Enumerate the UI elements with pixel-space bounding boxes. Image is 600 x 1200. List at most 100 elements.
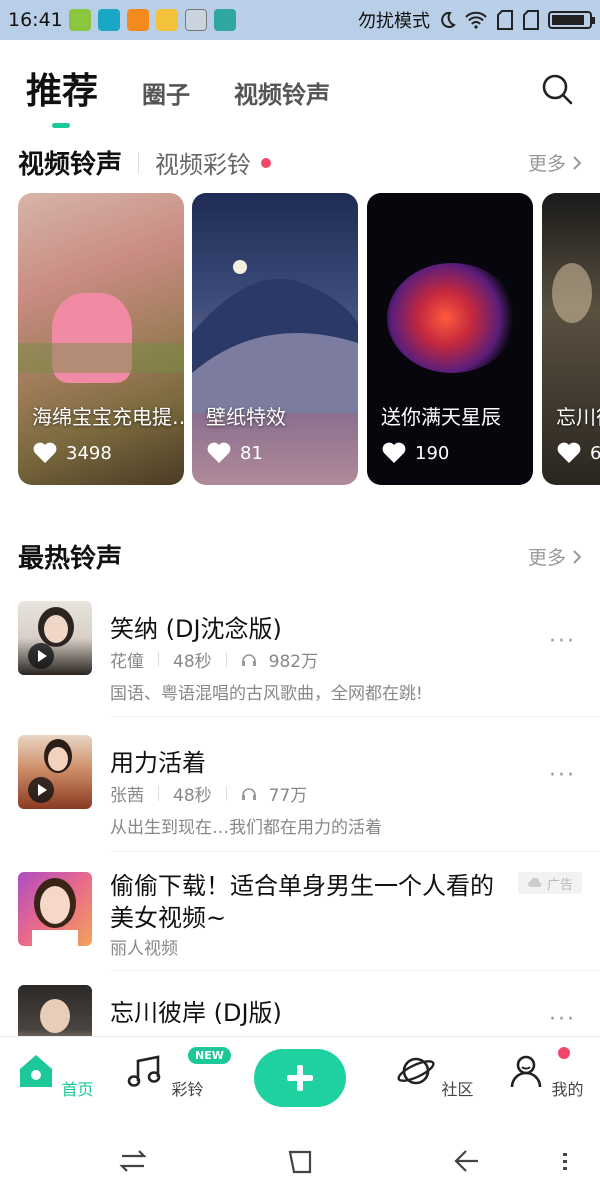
nav-label: 我的 [551, 1080, 584, 1099]
video-card[interactable]: 壁纸特效 81 [192, 193, 358, 485]
section-subtitle-tab[interactable]: 视频彩铃 [155, 145, 251, 180]
tab-video-ringtone[interactable]: 视频铃声 [234, 75, 330, 110]
card-title: 忘川彼 [556, 405, 600, 429]
song-list-item[interactable]: 用力活着 张茜 48秒 77万 从出生到现在…我们都在用力的活着 ··· [18, 735, 582, 845]
music-note-icon [128, 1055, 161, 1087]
divider [110, 970, 600, 971]
thumb-art [44, 615, 68, 643]
ad-badge: 广告 [518, 872, 582, 894]
song-meta: 花僮 48秒 982万 [110, 647, 318, 672]
chevron-right-icon [573, 155, 582, 170]
nav-community[interactable]: 社区 [395, 1051, 475, 1100]
divider [138, 151, 140, 174]
song-list-item[interactable]: 笑纳 (DJ沈念版) 花僮 48秒 982万 国语、粤语混唱的古风歌曲，全网都在… [18, 601, 582, 711]
section-title: 视频铃声 [18, 150, 123, 180]
card-art [192, 260, 358, 413]
nav-label: 社区 [441, 1080, 474, 1099]
ad-list-item[interactable]: 偷偷下载！适合单身男生一个人看的美女视频~ 丽人视频 广告 [18, 872, 582, 978]
card-art [552, 263, 592, 323]
play-icon[interactable] [28, 777, 54, 803]
divider [158, 786, 159, 801]
like-count: 81 [240, 442, 263, 464]
usb-icon [213, 9, 236, 31]
card-art [18, 343, 184, 373]
planet-icon [397, 1057, 436, 1085]
nav-label: 彩铃 [171, 1080, 204, 1099]
tab-circle[interactable]: 圈子 [142, 75, 190, 110]
video-card[interactable]: 送你满天星辰 190 [367, 193, 533, 485]
status-time: 16:41 [8, 9, 63, 31]
video-section-header: 视频铃声 视频彩铃 更多 [18, 144, 582, 181]
song-thumbnail [18, 601, 92, 675]
nav-mine[interactable]: 我的 [505, 1051, 585, 1100]
divider [110, 851, 600, 852]
card-likes: 81 [206, 441, 263, 465]
tab-recommend[interactable]: 推荐 [26, 62, 98, 128]
song-meta: 张茜 48秒 77万 [110, 781, 307, 806]
thumb-art [40, 886, 70, 924]
more-link[interactable]: 更多 [528, 543, 582, 570]
nav-label: 首页 [61, 1080, 94, 1099]
thumb-art [32, 930, 78, 946]
song-plays: 982万 [268, 652, 319, 672]
card-title: 海绵宝宝充电提… [32, 405, 184, 429]
divider [225, 786, 227, 801]
song-title: 用力活着 [110, 749, 206, 777]
song-plays: 77万 [268, 786, 308, 806]
card-likes: 6 [556, 441, 600, 465]
card-likes: 3498 [32, 441, 112, 465]
video-card[interactable]: 海绵宝宝充电提… 3498 [18, 193, 184, 485]
nav-home[interactable]: 首页 [15, 1051, 95, 1100]
headphones-icon [241, 653, 256, 666]
notification-app-icon [68, 9, 91, 31]
song-list-item[interactable]: 忘川彼岸 (DJ版) ··· [18, 985, 582, 1036]
recent-apps-icon[interactable] [118, 1148, 148, 1174]
add-button[interactable] [254, 1049, 346, 1107]
home-icon [20, 1055, 53, 1087]
cloud-icon [528, 878, 542, 887]
video-card-row: 海绵宝宝充电提… 3498 壁纸特效 81 送你满天星辰 190 忘川彼 6 [18, 193, 600, 485]
notification-app-icon [97, 9, 120, 31]
new-badge: NEW [188, 1047, 231, 1064]
divider [225, 652, 227, 667]
section-title: 最热铃声 [18, 544, 123, 574]
more-label: 更多 [527, 153, 566, 175]
song-thumbnail [18, 985, 92, 1036]
more-options-icon[interactable]: ··· [549, 1007, 576, 1032]
song-thumbnail [18, 735, 92, 809]
hot-section-header: 最热铃声 更多 [18, 538, 582, 575]
bottom-navigation: 首页 彩铃 NEW 社区 我的 [0, 1036, 600, 1126]
song-description: 从出生到现在…我们都在用力的活着 [110, 818, 382, 838]
more-link[interactable]: 更多 [528, 149, 582, 176]
song-duration: 48秒 [173, 652, 212, 672]
battery-icon [548, 11, 595, 29]
notification-dot [558, 1047, 570, 1059]
card-likes: 190 [381, 441, 449, 465]
notification-dot [261, 157, 272, 168]
thumb-art [40, 999, 70, 1033]
dnd-mode-label: 勿扰模式 [358, 11, 430, 32]
song-duration: 48秒 [173, 786, 212, 806]
song-title: 笑纳 (DJ沈念版) [110, 615, 282, 643]
more-options-icon[interactable]: ··· [549, 629, 576, 654]
video-card[interactable]: 忘川彼 6 [542, 193, 600, 485]
song-title: 忘川彼岸 (DJ版) [110, 999, 282, 1027]
moon-icon [441, 11, 456, 28]
folder-icon [155, 9, 178, 31]
menu-dots-icon[interactable] [560, 1148, 570, 1174]
more-options-icon[interactable]: ··· [549, 763, 576, 788]
song-artist: 张茜 [110, 786, 144, 806]
chevron-right-icon [573, 549, 582, 564]
song-description: 国语、粤语混唱的古风歌曲，全网都在跳! [110, 684, 423, 704]
card-title: 壁纸特效 [206, 405, 286, 429]
back-arrow-icon[interactable] [452, 1148, 482, 1174]
heart-icon [382, 442, 406, 463]
like-count: 6 [590, 442, 600, 464]
search-icon[interactable] [540, 72, 574, 106]
play-icon[interactable] [28, 643, 54, 669]
ad-thumbnail [18, 872, 92, 946]
heart-icon [557, 442, 581, 463]
more-label: 更多 [527, 547, 566, 569]
card-art [387, 263, 517, 373]
home-square-icon[interactable] [286, 1148, 314, 1176]
